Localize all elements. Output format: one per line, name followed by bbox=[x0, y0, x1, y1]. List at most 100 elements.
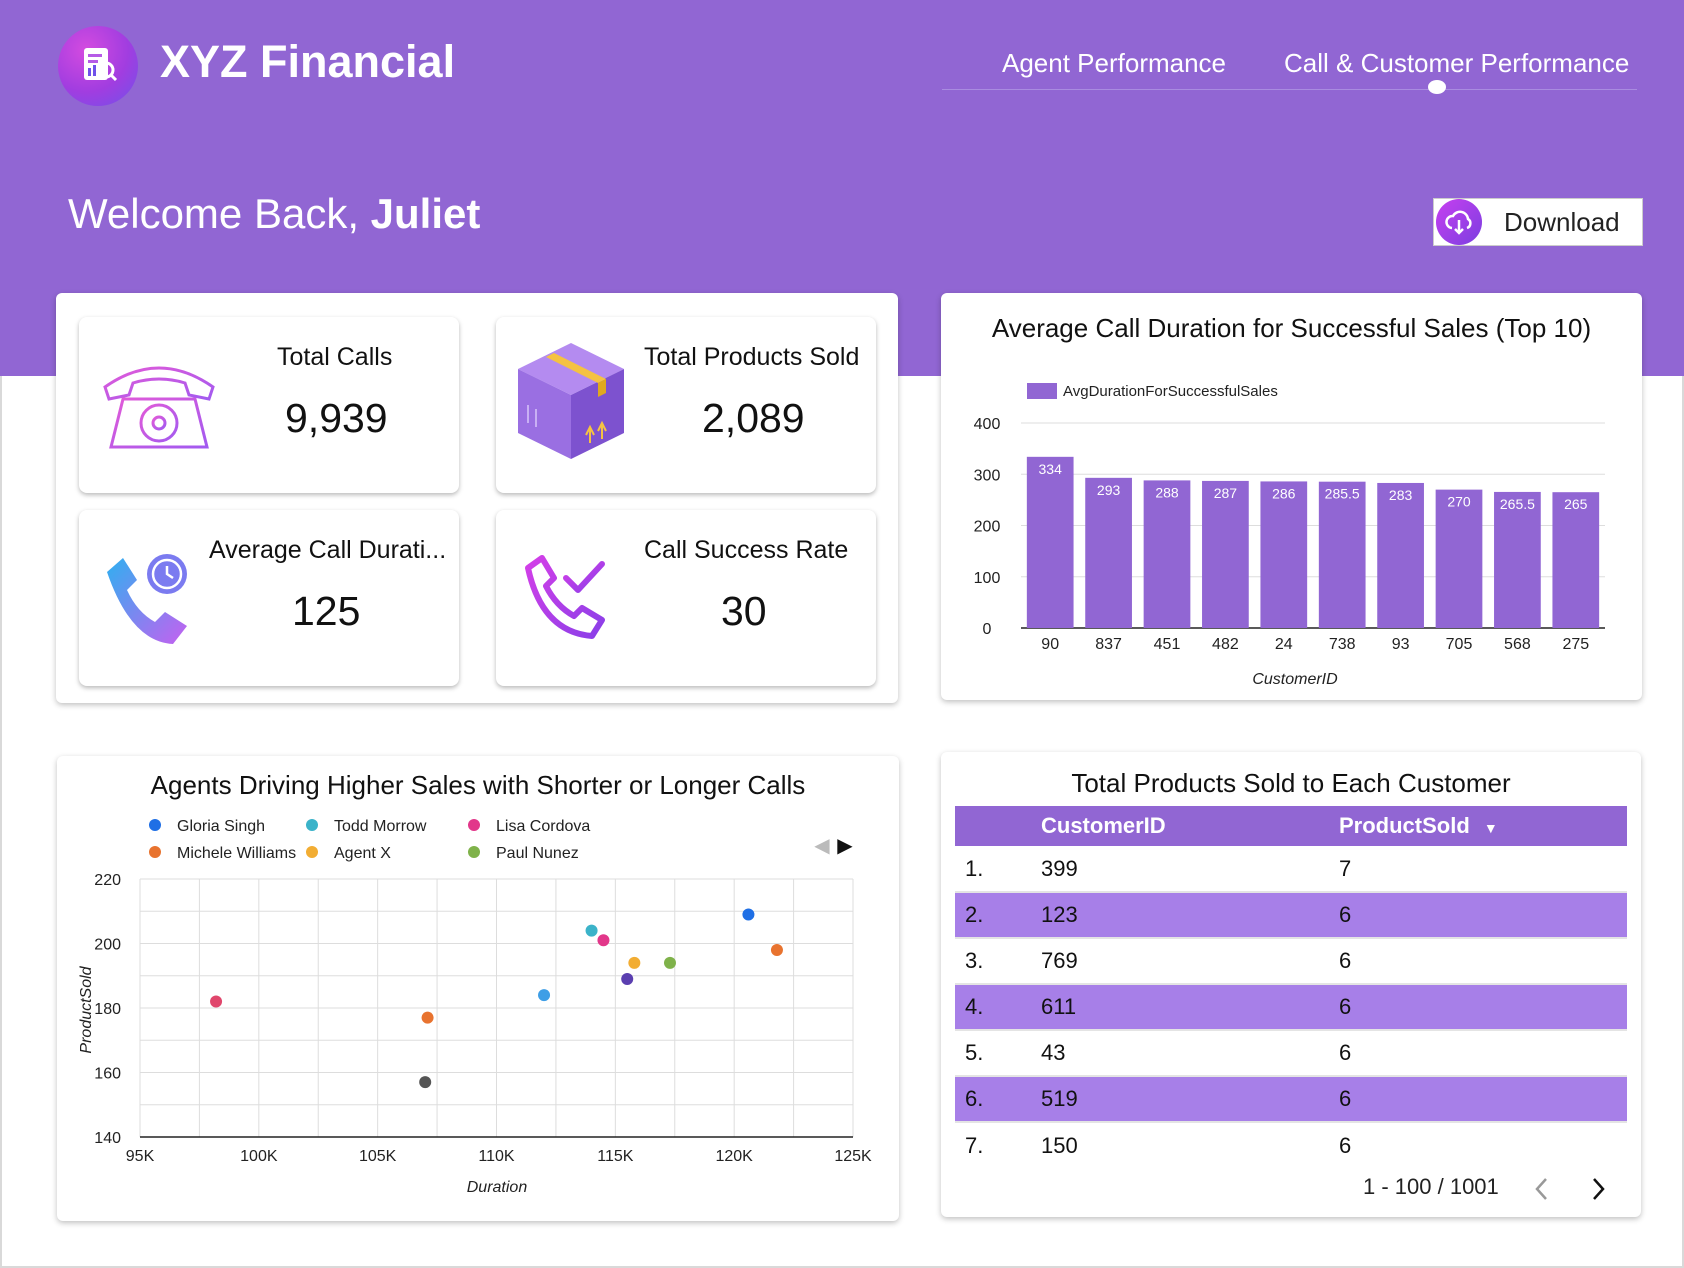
legend-marker bbox=[149, 846, 161, 858]
y-tick-label: 300 bbox=[974, 467, 1001, 484]
legend-prev-icon[interactable]: ◀ bbox=[814, 835, 830, 857]
kpi-value: 2,089 bbox=[702, 395, 805, 441]
table-title: Total Products Sold to Each Customer bbox=[1071, 768, 1511, 798]
x-tick-label: 120K bbox=[715, 1148, 753, 1165]
bar[interactable] bbox=[1494, 491, 1541, 628]
kpi-average-call-duration: Average Call Durati... 125 bbox=[79, 510, 459, 686]
bar[interactable] bbox=[1552, 492, 1600, 628]
kpi-title: Average Call Durati... bbox=[209, 536, 447, 564]
legend-label[interactable]: Todd Morrow bbox=[334, 818, 427, 835]
x-tick-label: 90 bbox=[1041, 636, 1059, 653]
bar-value-label: 286 bbox=[1272, 485, 1296, 501]
phone-clock-icon bbox=[107, 554, 187, 644]
table-row[interactable]: 2. 123 6 bbox=[955, 892, 1627, 939]
scatter-point[interactable] bbox=[628, 956, 641, 969]
legend-marker bbox=[149, 819, 161, 831]
row-index: 7. bbox=[965, 1132, 984, 1158]
row-index: 3. bbox=[955, 938, 1041, 985]
cell-customerid: 769 bbox=[1041, 938, 1339, 985]
bar-value-label: 283 bbox=[1389, 487, 1413, 503]
x-tick-label: 568 bbox=[1504, 636, 1531, 653]
legend-label[interactable]: Michele Williams bbox=[177, 845, 296, 862]
legend-label[interactable]: Paul Nunez bbox=[496, 845, 579, 862]
legend-label[interactable]: Agent X bbox=[334, 845, 391, 862]
y-tick-label: 180 bbox=[94, 1001, 121, 1018]
scatter-point[interactable] bbox=[597, 934, 610, 947]
bar-chart-panel: Average Call Duration for Successful Sal… bbox=[941, 293, 1642, 700]
scatter-point[interactable] bbox=[419, 1076, 432, 1089]
chevron-left-icon[interactable] bbox=[1533, 1176, 1551, 1202]
scatter-point[interactable] bbox=[621, 972, 634, 985]
kpi-title: Call Success Rate bbox=[644, 536, 849, 564]
tab-call-customer-performance[interactable]: Call & Customer Performance bbox=[1284, 48, 1629, 79]
bar-value-label: 287 bbox=[1214, 485, 1238, 501]
x-tick-label: 482 bbox=[1212, 636, 1239, 653]
cell-customerid: 123 bbox=[1041, 892, 1339, 939]
row-index: 1. bbox=[955, 846, 1041, 893]
table-row[interactable]: 6. 519 6 bbox=[955, 1076, 1627, 1123]
download-button[interactable]: Download bbox=[1433, 198, 1643, 246]
legend-label[interactable]: Gloria Singh bbox=[177, 818, 265, 835]
scatter-point[interactable] bbox=[663, 956, 676, 969]
x-axis-label: CustomerID bbox=[1252, 671, 1338, 688]
table-row[interactable]: 5. 43 6 bbox=[955, 1030, 1627, 1077]
customer-table: CustomerID ProductSold ▼ 1. 399 7 2. 123 6 3… bbox=[955, 806, 1627, 1168]
x-tick-label: 93 bbox=[1392, 636, 1410, 653]
scatter-point[interactable] bbox=[210, 995, 223, 1008]
y-tick-label: 100 bbox=[974, 570, 1001, 587]
column-header-label: ProductSold bbox=[1339, 813, 1470, 838]
legend-swatch bbox=[1027, 383, 1057, 399]
x-tick-label: 451 bbox=[1154, 636, 1181, 653]
sort-desc-icon[interactable]: ▼ bbox=[1484, 820, 1498, 836]
row-index: 6. bbox=[955, 1076, 1041, 1123]
chevron-right-icon[interactable] bbox=[1589, 1176, 1607, 1202]
tab-agent-performance[interactable]: Agent Performance bbox=[1002, 48, 1226, 79]
scatter-point[interactable] bbox=[538, 989, 551, 1002]
scatter-point[interactable] bbox=[742, 908, 755, 921]
bar[interactable] bbox=[1318, 481, 1366, 628]
bar[interactable] bbox=[1026, 456, 1074, 628]
x-tick-label: 705 bbox=[1446, 636, 1473, 653]
bar-value-label: 270 bbox=[1447, 494, 1471, 510]
column-header-productsold[interactable]: ProductSold ▼ bbox=[1339, 806, 1627, 846]
cell-productsold: 6 bbox=[1339, 1076, 1627, 1123]
row-index: 2. bbox=[955, 892, 1041, 939]
bar-value-label: 293 bbox=[1097, 482, 1121, 498]
table-row[interactable]: 3. 769 6 bbox=[955, 938, 1627, 985]
cell-productsold: 6 bbox=[1339, 1132, 1352, 1158]
cell-productsold: 6 bbox=[1339, 938, 1627, 985]
cell-customerid: 399 bbox=[1041, 846, 1339, 893]
x-axis-label: Duration bbox=[467, 1179, 528, 1196]
bar[interactable] bbox=[1085, 477, 1132, 628]
table-row[interactable]: 4. 611 6 bbox=[955, 984, 1627, 1031]
x-tick-label: 110K bbox=[478, 1148, 515, 1165]
y-tick-label: 200 bbox=[94, 937, 121, 954]
scatter-point[interactable] bbox=[421, 1011, 434, 1024]
bar[interactable] bbox=[1260, 481, 1308, 628]
table-row[interactable]: 7. 150 6 bbox=[955, 1122, 1627, 1168]
legend-next-icon[interactable]: ▶ bbox=[837, 835, 853, 857]
kpi-value: 125 bbox=[292, 588, 361, 634]
table-row[interactable]: 1. 399 7 bbox=[955, 846, 1627, 893]
bar[interactable] bbox=[1377, 482, 1424, 628]
kpi-title: Total Products Sold bbox=[644, 343, 860, 371]
bar[interactable] bbox=[1143, 480, 1191, 628]
x-tick-label: 275 bbox=[1562, 636, 1589, 653]
report-icon bbox=[84, 48, 118, 82]
row-index: 5. bbox=[955, 1030, 1041, 1077]
bar[interactable] bbox=[1202, 480, 1249, 628]
welcome-message: Welcome Back, Juliet bbox=[68, 190, 480, 238]
legend-marker bbox=[468, 846, 480, 858]
legend-label[interactable]: Lisa Cordova bbox=[496, 818, 590, 835]
bar[interactable] bbox=[1435, 489, 1483, 628]
scatter-point[interactable] bbox=[770, 943, 783, 956]
nav-tabs: Agent Performance Call & Customer Perfor… bbox=[942, 44, 1637, 94]
row-index: 4. bbox=[955, 984, 1041, 1031]
column-header-customerid[interactable]: CustomerID bbox=[1041, 806, 1339, 846]
box-icon bbox=[518, 343, 624, 459]
scatter-chart-panel: Agents Driving Higher Sales with Shorter… bbox=[57, 756, 899, 1221]
cell-customerid: 43 bbox=[1041, 1030, 1339, 1077]
x-tick-label: 125K bbox=[834, 1148, 872, 1165]
y-tick-label: 140 bbox=[94, 1130, 121, 1147]
scatter-point[interactable] bbox=[585, 924, 598, 937]
